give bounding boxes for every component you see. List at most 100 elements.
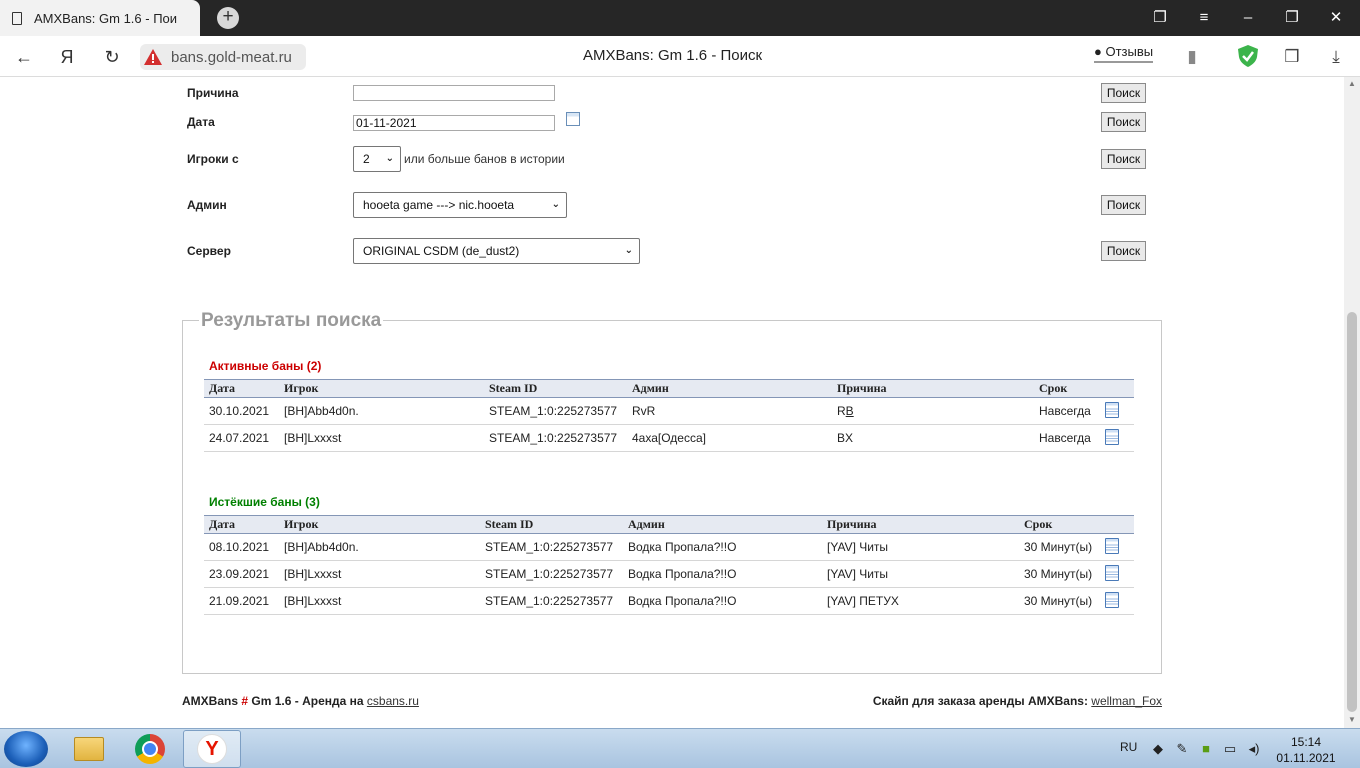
search-button-admin[interactable]: Поиск bbox=[1101, 195, 1146, 215]
ban-reason: [YAV] Читы bbox=[822, 533, 1019, 561]
browser-tab[interactable]: AMXBans: Gm 1.6 - Пои bbox=[0, 0, 200, 36]
reload-icon[interactable]: ↻ bbox=[99, 44, 125, 70]
details-icon[interactable] bbox=[1105, 537, 1119, 554]
yandex-browser-task[interactable]: Y bbox=[183, 730, 241, 768]
server-selected-value: ORIGINAL CSDM (de_dust2) bbox=[363, 244, 520, 258]
clock[interactable]: 15:14 01.11.2021 bbox=[1270, 734, 1342, 766]
back-icon[interactable]: ← bbox=[11, 44, 37, 70]
ban-reason-part: BX bbox=[837, 431, 854, 445]
new-tab-button[interactable]: + bbox=[217, 7, 239, 29]
ban-admin: RvR bbox=[627, 397, 832, 425]
tab-strip: AMXBans: Gm 1.6 - Пои + ❐ ≡ – ❐ ✕ bbox=[0, 0, 1360, 36]
ban-admin: Водка Пропала?!!О bbox=[623, 560, 822, 588]
details-icon[interactable] bbox=[1105, 428, 1119, 445]
volume-icon[interactable]: ◂) bbox=[1246, 741, 1262, 757]
server-select[interactable]: ORIGINAL CSDM (de_dust2) ⌄ bbox=[353, 238, 640, 264]
ban-player: [BH]Abb4d0n. bbox=[279, 397, 484, 425]
ban-steam-id: STEAM_1:0:225273577 bbox=[480, 533, 623, 561]
scroll-up-icon[interactable]: ▲ bbox=[1348, 79, 1356, 88]
ban-reason: RB bbox=[832, 397, 1034, 425]
reason-label: Причина bbox=[187, 86, 239, 100]
table-row[interactable]: 24.07.2021 [BH]Lxxxst STEAM_1:0:22527357… bbox=[204, 424, 1134, 452]
col-term: Срок bbox=[1034, 379, 1100, 398]
date-input[interactable]: 01-11-2021 bbox=[353, 115, 555, 131]
footer-brand: AMXBans bbox=[182, 694, 239, 708]
players-hint: или больше банов в истории bbox=[404, 152, 565, 166]
nvidia-icon[interactable]: ■ bbox=[1198, 741, 1214, 757]
collections-icon[interactable]: ❒ bbox=[1280, 45, 1304, 69]
results-fieldset bbox=[182, 320, 1162, 674]
menu-icon[interactable]: ≡ bbox=[1182, 0, 1226, 36]
ban-date: 23.09.2021 bbox=[204, 560, 279, 588]
url-field[interactable]: bans.gold-meat.ru bbox=[140, 44, 306, 70]
table-row[interactable]: 08.10.2021 [BH]Abb4d0n. STEAM_1:0:225273… bbox=[204, 533, 1134, 561]
scroll-down-icon[interactable]: ▼ bbox=[1348, 715, 1356, 724]
col-details bbox=[1100, 379, 1134, 398]
download-icon[interactable]: ⤓ bbox=[1324, 45, 1348, 69]
table-row[interactable]: 21.09.2021 [BH]Lxxxst STEAM_1:0:22527357… bbox=[204, 587, 1134, 615]
chevron-down-icon: ⌄ bbox=[385, 153, 394, 164]
network-icon[interactable]: ▭ bbox=[1222, 741, 1238, 757]
col-details bbox=[1100, 515, 1134, 534]
details-icon[interactable] bbox=[1105, 591, 1119, 608]
start-button[interactable] bbox=[4, 731, 48, 767]
col-steam-id: Steam ID bbox=[484, 379, 627, 398]
ban-date: 24.07.2021 bbox=[204, 424, 279, 452]
ban-term: 30 Минут(ы) bbox=[1019, 560, 1100, 588]
table-row[interactable]: 30.10.2021 [BH]Abb4d0n. STEAM_1:0:225273… bbox=[204, 397, 1134, 425]
ban-steam-id: STEAM_1:0:225273577 bbox=[484, 424, 627, 452]
ban-player: [BH]Lxxxst bbox=[279, 587, 480, 615]
warning-icon[interactable] bbox=[144, 49, 162, 65]
details-icon[interactable] bbox=[1105, 564, 1119, 581]
ban-admin: Водка Пропала?!!О bbox=[623, 533, 822, 561]
yandex-home-icon[interactable]: Я bbox=[54, 44, 80, 70]
table-row[interactable]: 23.09.2021 [BH]Lxxxst STEAM_1:0:22527357… bbox=[204, 560, 1134, 588]
ban-term: 30 Минут(ы) bbox=[1019, 587, 1100, 615]
reviews-button[interactable]: ● Отзывы bbox=[1094, 44, 1154, 63]
close-window-button[interactable]: ✕ bbox=[1314, 0, 1358, 36]
details-icon[interactable] bbox=[1105, 401, 1119, 418]
players-count-select[interactable]: 2 ⌄ bbox=[353, 146, 401, 172]
col-date: Дата bbox=[204, 379, 279, 398]
calendar-icon[interactable] bbox=[566, 112, 580, 126]
chrome-icon bbox=[135, 734, 165, 764]
folder-icon bbox=[74, 737, 104, 761]
csbans-link[interactable]: csbans.ru bbox=[367, 694, 419, 708]
ban-player: [BH]Lxxxst bbox=[279, 560, 480, 588]
ban-reason: BX bbox=[832, 424, 1034, 452]
footer-left: AMXBans # Gm 1.6 - Аренда на csbans.ru bbox=[182, 694, 419, 708]
search-button-players[interactable]: Поиск bbox=[1101, 149, 1146, 169]
scroll-thumb[interactable] bbox=[1347, 312, 1357, 712]
search-button-reason[interactable]: Поиск bbox=[1101, 83, 1146, 103]
ban-reason: [YAV] Читы bbox=[822, 560, 1019, 588]
chrome-task[interactable] bbox=[121, 730, 179, 768]
protect-shield-icon[interactable] bbox=[1236, 45, 1260, 69]
bookmark-icon[interactable]: ▮ bbox=[1180, 45, 1204, 69]
results-legend: Результаты поиска bbox=[199, 310, 384, 332]
page-icon bbox=[12, 11, 22, 25]
page-title: AMXBans: Gm 1.6 - Поиск bbox=[582, 47, 763, 64]
footer-skype-text: Скайп для заказа аренды AMXBans bbox=[872, 694, 1084, 708]
clock-date: 01.11.2021 bbox=[1276, 751, 1336, 765]
url-text: bans.gold-meat.ru bbox=[171, 48, 292, 66]
tray-app-icon[interactable]: ✎ bbox=[1174, 741, 1190, 757]
app-tray-icon[interactable]: ◆ bbox=[1150, 741, 1166, 757]
explorer-task[interactable] bbox=[60, 730, 118, 768]
minimize-button[interactable]: – bbox=[1226, 0, 1270, 36]
admin-select[interactable]: hooeta game ---> nic.hooeta ⌄ bbox=[353, 192, 567, 218]
expired-bans-title: Истёкшие баны (3) bbox=[209, 495, 320, 509]
ban-term: Навсегда bbox=[1034, 397, 1100, 425]
page-scrollbar[interactable]: ▲ ▼ bbox=[1344, 77, 1360, 728]
players-label: Игроки с bbox=[187, 152, 239, 166]
restore-button[interactable]: ❐ bbox=[1270, 0, 1314, 36]
reason-input[interactable] bbox=[353, 85, 555, 101]
yandex-browser-icon: Y bbox=[197, 734, 227, 764]
skype-link[interactable]: wellman_Fox bbox=[1091, 694, 1162, 708]
search-button-date[interactable]: Поиск bbox=[1101, 112, 1146, 132]
clock-time: 15:14 bbox=[1290, 735, 1322, 749]
language-indicator[interactable]: RU bbox=[1120, 740, 1137, 754]
ban-date: 08.10.2021 bbox=[204, 533, 279, 561]
admin-label: Админ bbox=[187, 198, 227, 212]
search-button-server[interactable]: Поиск bbox=[1101, 241, 1146, 261]
tab-manager-icon[interactable]: ❐ bbox=[1138, 0, 1182, 36]
